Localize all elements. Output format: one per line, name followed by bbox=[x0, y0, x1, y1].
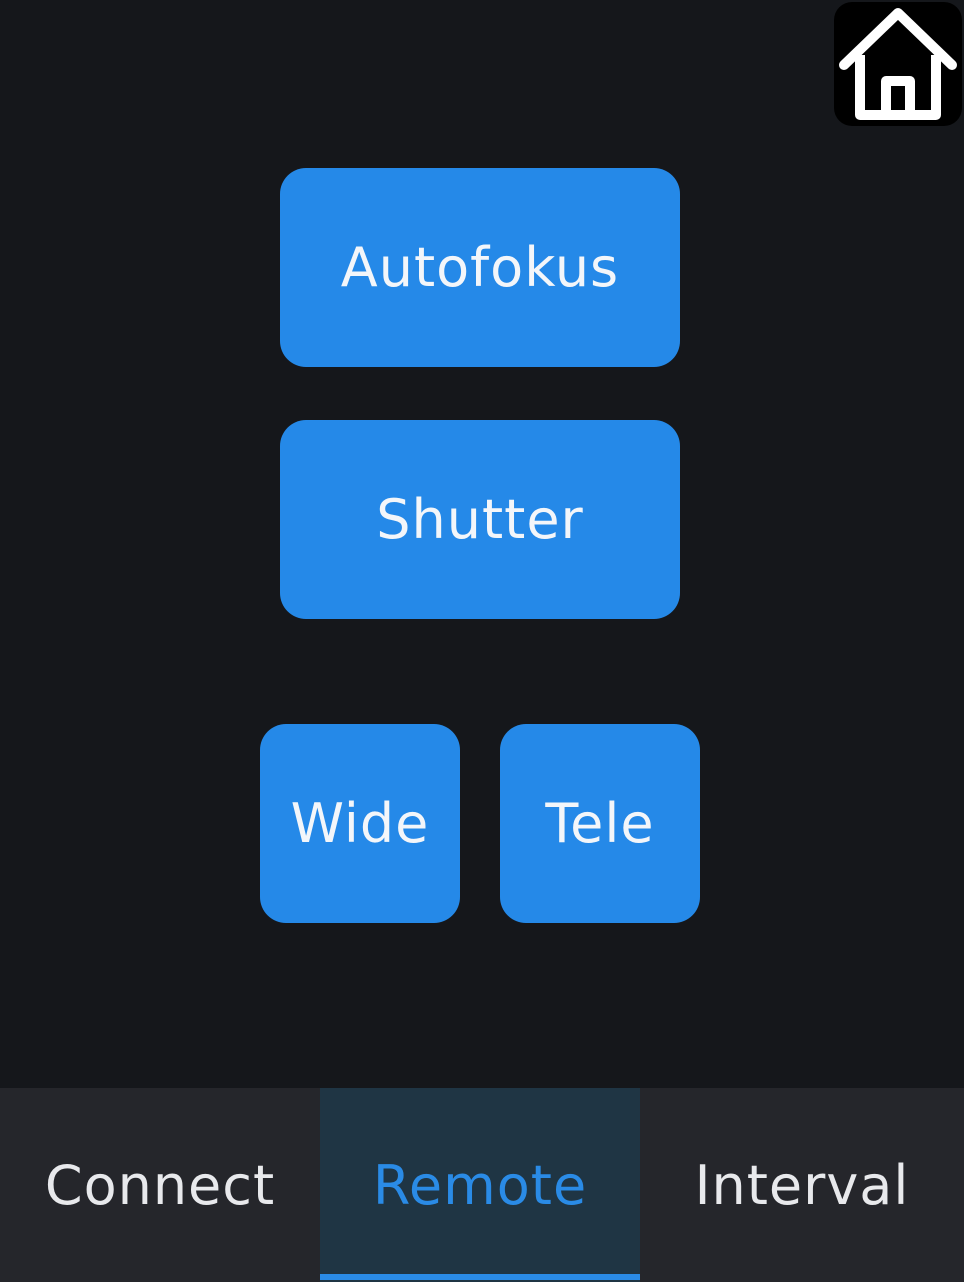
tab-remote-label: Remote bbox=[372, 1153, 588, 1217]
autofocus-button[interactable]: Autofokus bbox=[280, 168, 680, 367]
zoom-tele-button[interactable]: Tele bbox=[500, 724, 700, 923]
tab-bar: Connect Remote Interval bbox=[0, 1088, 964, 1282]
tab-connect-label: Connect bbox=[44, 1153, 276, 1217]
shutter-button[interactable]: Shutter bbox=[280, 420, 680, 619]
zoom-wide-button[interactable]: Wide bbox=[260, 724, 460, 923]
shutter-label: Shutter bbox=[376, 488, 584, 551]
tab-connect[interactable]: Connect bbox=[0, 1088, 320, 1282]
tab-interval-label: Interval bbox=[694, 1153, 910, 1217]
tab-remote[interactable]: Remote bbox=[320, 1088, 640, 1282]
autofocus-label: Autofokus bbox=[340, 236, 620, 299]
wide-label: Wide bbox=[290, 792, 430, 855]
tab-interval[interactable]: Interval bbox=[640, 1088, 964, 1282]
tele-label: Tele bbox=[545, 792, 655, 855]
home-icon bbox=[839, 8, 957, 120]
remote-screen: Autofokus Shutter Wide Tele bbox=[0, 0, 964, 1088]
active-tab-indicator bbox=[320, 1274, 640, 1280]
home-button[interactable] bbox=[834, 2, 962, 126]
